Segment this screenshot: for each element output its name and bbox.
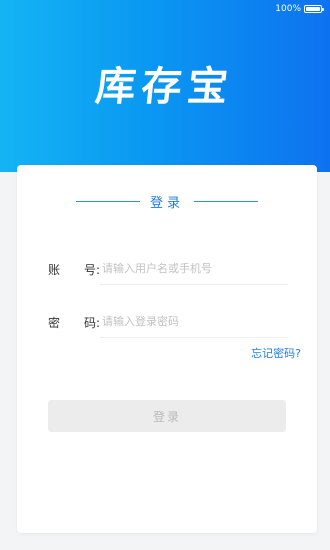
login-page: 100% 库存宝 登录 账 号: 密 码:: [0, 0, 330, 550]
account-label-second: 号:: [84, 261, 100, 278]
password-field: 密 码:: [48, 307, 288, 338]
password-label-second: 码:: [84, 314, 100, 331]
account-label-second-text: 号: [83, 262, 96, 277]
title-right-divider: [194, 201, 258, 202]
account-label: 账 号:: [48, 261, 100, 278]
battery-percentage: 100%: [275, 4, 301, 14]
title-left-divider: [75, 201, 140, 202]
forgot-password-link[interactable]: 忘记密码?: [251, 345, 301, 361]
app-title: 库存宝: [93, 64, 236, 110]
account-label-first: 账: [48, 262, 61, 277]
account-input-wrap: [100, 254, 288, 285]
account-input[interactable]: [100, 254, 288, 283]
password-label-second-text: 码: [83, 315, 96, 330]
status-bar: 100%: [275, 2, 324, 16]
login-section-title: 登录: [149, 196, 184, 211]
battery-icon: [304, 5, 324, 13]
password-label: 密 码:: [48, 314, 100, 331]
password-label-first: 密: [48, 315, 61, 330]
login-section-header: 登录: [17, 192, 317, 211]
password-input-wrap: [100, 307, 288, 338]
login-card: 登录 账 号: 密 码: 忘记密码? 登录: [17, 165, 317, 533]
login-button[interactable]: 登录: [48, 400, 286, 432]
account-field: 账 号:: [48, 254, 288, 285]
header-banner: 100% 库存宝: [0, 0, 330, 172]
password-input[interactable]: [100, 307, 288, 336]
